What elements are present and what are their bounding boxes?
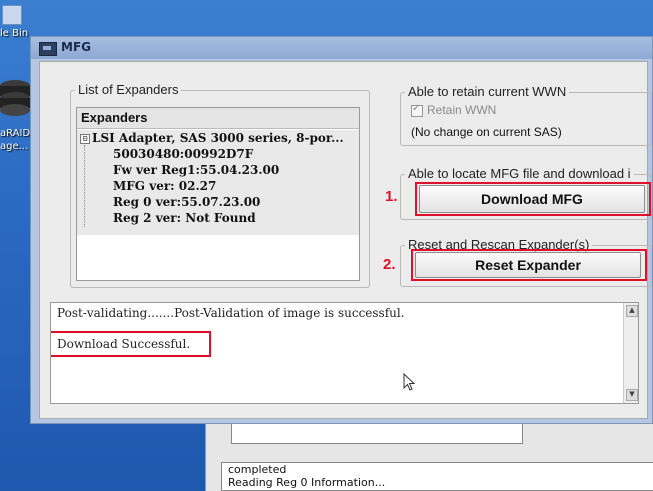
- background-log-line: Reading Reg 0 Information...: [228, 476, 386, 489]
- download-group-legend: Able to locate MFG file and download i: [405, 166, 634, 181]
- expanders-group-legend: List of Expanders: [75, 82, 182, 97]
- annotation-box-download: [415, 182, 651, 216]
- tree-child-item[interactable]: Reg 0 ver:55.07.23.00: [113, 195, 260, 209]
- annotation-box-reset: [411, 249, 647, 281]
- annotation-box-success: [51, 331, 211, 357]
- mfg-window: MFG List of Expanders Expanders ⊟ LSI Ad…: [30, 36, 653, 424]
- retain-wwn-checkbox-row[interactable]: Retain WWN: [411, 103, 496, 117]
- retain-wwn-label: Retain WWN: [427, 103, 497, 117]
- tree-root-item[interactable]: LSI Adapter, SAS 3000 series, 8-por...: [92, 131, 344, 145]
- megaraid-label-line2: age...: [0, 141, 29, 152]
- scroll-up-icon[interactable]: ▲: [626, 305, 638, 317]
- log-scrollbar[interactable]: ▲ ▼: [623, 303, 638, 403]
- step-2-label: 2.: [383, 256, 396, 273]
- recycle-bin-icon[interactable]: [2, 5, 22, 25]
- title-bar[interactable]: MFG: [31, 37, 652, 59]
- tree-child-item[interactable]: Reg 2 ver: Not Found: [113, 211, 256, 225]
- expanders-group: List of Expanders Expanders ⊟ LSI Adapte…: [70, 82, 370, 288]
- tree-child-item[interactable]: MFG ver: 02.27: [113, 179, 216, 193]
- megaraid-label-line1: aRAID: [0, 128, 31, 139]
- wwn-note: (No change on current SAS): [411, 125, 562, 139]
- app-window-icon: [39, 42, 57, 56]
- mouse-pointer-icon: [403, 373, 415, 391]
- status-log[interactable]: Post-validating.......Post-Validation of…: [50, 302, 639, 404]
- expanders-tree[interactable]: Expanders ⊟ LSI Adapter, SAS 3000 series…: [76, 107, 360, 281]
- wwn-group: Able to retain current WWN Retain WWN (N…: [400, 84, 652, 146]
- tree-child-item[interactable]: Fw ver Reg1:55.04.23.00: [113, 163, 279, 177]
- tree-selected-area: ⊟ LSI Adapter, SAS 3000 series, 8-por...…: [77, 130, 359, 235]
- retain-wwn-checkbox[interactable]: [411, 103, 423, 117]
- expanders-column-header[interactable]: Expanders: [77, 108, 359, 129]
- window-title: MFG: [61, 40, 91, 54]
- tree-connector: [84, 145, 85, 227]
- wwn-group-legend: Able to retain current WWN: [405, 84, 570, 99]
- background-log-line: completed: [228, 463, 287, 476]
- step-1-label: 1.: [385, 188, 398, 205]
- scroll-down-icon[interactable]: ▼: [626, 389, 638, 401]
- window-client-area: List of Expanders Expanders ⊟ LSI Adapte…: [39, 61, 652, 419]
- collapse-icon[interactable]: ⊟: [80, 134, 90, 144]
- tree-child-item[interactable]: 50030480:00992D7F: [113, 147, 253, 161]
- background-log: completed Reading Reg 0 Information...: [221, 462, 653, 491]
- megaraid-storage-icon[interactable]: [0, 78, 30, 122]
- log-line: Post-validating.......Post-Validation of…: [57, 306, 405, 320]
- recycle-bin-label[interactable]: le Bin: [0, 28, 28, 40]
